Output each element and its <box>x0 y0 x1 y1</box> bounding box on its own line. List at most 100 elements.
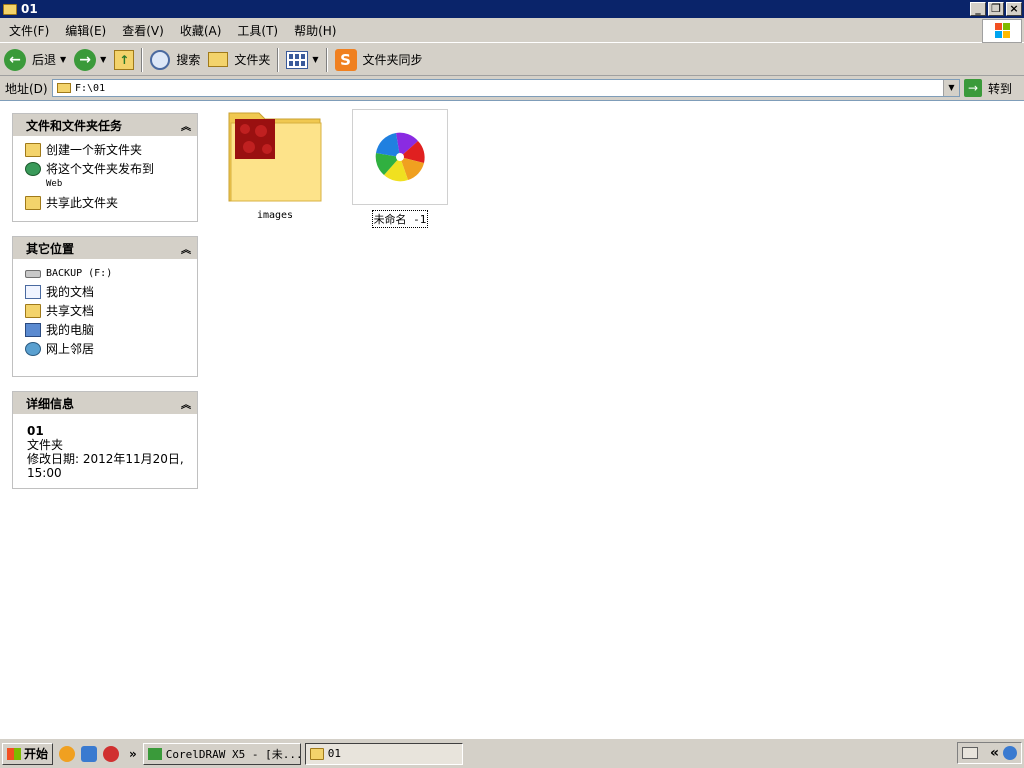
folders-icon <box>208 52 229 67</box>
places-panel-header[interactable]: 其它位置 ︽ <box>13 237 197 259</box>
collapse-icon[interactable]: ︽ <box>181 396 191 411</box>
windows-logo-icon <box>7 747 21 760</box>
close-button[interactable]: × <box>1006 2 1022 16</box>
menu-favorites[interactable]: 收藏(A) <box>173 21 229 41</box>
address-value: F:\01 <box>75 82 106 94</box>
address-label: 地址(D) <box>5 81 48 96</box>
back-arrow-icon: ← <box>4 48 26 71</box>
taskbar-button-coreldraw[interactable]: CorelDRAW X5 - [未... <box>142 742 301 765</box>
place-shared-documents[interactable]: 共享文档 <box>25 304 189 318</box>
back-button[interactable]: ← 后退 ▼ <box>0 47 70 73</box>
start-label: 开始 <box>24 747 49 761</box>
network-status-icon[interactable] <box>1003 746 1017 760</box>
menu-file[interactable]: 文件(F) <box>2 21 56 41</box>
task-publish-web[interactable]: 将这个文件夹发布到 Web <box>25 162 189 191</box>
sync-label: 文件夹同步 <box>362 53 423 67</box>
go-button[interactable]: → 转到 <box>964 78 1012 98</box>
task-new-folder[interactable]: 创建一个新文件夹 <box>25 143 189 157</box>
address-dropdown-button[interactable]: ▼ <box>943 80 959 96</box>
minimize-button[interactable]: _ <box>970 2 986 16</box>
keyboard-icon[interactable] <box>961 747 978 759</box>
views-icon <box>286 50 309 69</box>
chevron-down-icon[interactable]: ▼ <box>312 55 318 64</box>
tasks-panel-title: 文件和文件夹任务 <box>26 118 123 133</box>
place-my-computer[interactable]: 我的电脑 <box>25 323 189 337</box>
folder-icon <box>3 3 17 15</box>
place-my-documents[interactable]: 我的文档 <box>25 285 189 299</box>
up-folder-icon: ↑ <box>114 49 135 70</box>
taskbar-button-label: 01 <box>327 747 342 760</box>
place-label: 共享文档 <box>46 304 95 318</box>
folders-button[interactable]: 文件夹 <box>204 47 274 73</box>
file-name: 未命名 -1 <box>371 210 429 228</box>
task-share-folder[interactable]: 共享此文件夹 <box>25 196 189 210</box>
restore-button[interactable]: ❐ <box>988 2 1004 16</box>
window-title: 01 <box>21 2 38 16</box>
folders-label: 文件夹 <box>234 53 271 67</box>
places-panel: 其它位置 ︽ BACKUP (F:) 我的文档 共享文档 我的电脑 网上邻居 <box>12 236 198 377</box>
windows-logo-icon <box>982 19 1022 43</box>
toolbar: ← 后退 ▼ → ▼ ↑ 搜索 文件夹 ▼ S 文件夹同步 <box>0 44 1024 76</box>
forward-arrow-icon: → <box>74 48 97 71</box>
tasks-panel: 文件和文件夹任务 ︽ 创建一个新文件夹 将这个文件夹发布到 Web 共享此文件夹 <box>12 113 198 222</box>
place-label: 我的文档 <box>46 285 95 299</box>
places-panel-title: 其它位置 <box>26 241 75 256</box>
place-label: 网上邻居 <box>46 342 95 356</box>
search-button[interactable]: 搜索 <box>146 47 204 73</box>
app-quicklaunch-icon[interactable] <box>103 745 120 762</box>
task-label: 将这个文件夹发布到 <box>46 162 155 176</box>
coreldraw-file-icon <box>352 109 448 205</box>
my-documents-icon <box>25 285 41 299</box>
explorer-window: 01 _ ❐ × 文件(F) 编辑(E) 查看(V) 收藏(A) 工具(T) 帮… <box>0 0 1024 738</box>
collapse-icon[interactable]: ︽ <box>181 118 191 133</box>
place-network[interactable]: 网上邻居 <box>25 342 189 356</box>
menu-edit[interactable]: 编辑(E) <box>58 21 113 41</box>
address-bar: 地址(D) F:\01 ▼ → 转到 <box>0 77 1024 99</box>
task-sublabel: Web <box>46 179 63 189</box>
folder-sync-button[interactable]: S 文件夹同步 <box>331 47 427 73</box>
forward-button[interactable]: → ▼ <box>70 47 110 73</box>
views-button[interactable]: ▼ <box>282 47 322 73</box>
tasks-panel-header[interactable]: 文件和文件夹任务 ︽ <box>13 114 197 136</box>
taskbar-button-explorer[interactable]: 01 <box>304 742 463 765</box>
publish-web-icon <box>25 162 41 176</box>
address-input[interactable]: F:\01 ▼ <box>52 79 960 97</box>
title-bar[interactable]: 01 _ ❐ × <box>0 0 1024 18</box>
details-panel: 详细信息 ︽ 01 文件夹 修改日期: 2012年11月20日, 15:00 <box>12 391 198 489</box>
system-tray: « <box>956 742 1022 764</box>
folder-icon <box>57 83 71 93</box>
place-label: BACKUP (F:) <box>46 268 113 279</box>
task-label: 创建一个新文件夹 <box>46 143 143 157</box>
file-item-images[interactable]: images <box>225 109 325 221</box>
file-item-unnamed[interactable]: 未命名 -1 <box>350 109 450 228</box>
menu-tools[interactable]: 工具(T) <box>230 21 285 41</box>
drive-icon <box>25 270 41 278</box>
details-panel-header[interactable]: 详细信息 ︽ <box>13 392 197 414</box>
network-icon <box>25 342 41 356</box>
tray-expand-button[interactable]: « <box>990 745 999 761</box>
share-folder-icon <box>25 196 41 210</box>
menu-view[interactable]: 查看(V) <box>115 21 171 41</box>
my-computer-icon <box>25 323 41 337</box>
folder-icon <box>309 747 324 760</box>
quicklaunch-chevron[interactable]: » <box>129 747 137 761</box>
toolbar-separator <box>141 47 144 72</box>
menu-help[interactable]: 帮助(H) <box>287 21 343 41</box>
start-button[interactable]: 开始 <box>2 742 54 765</box>
shared-documents-icon <box>25 304 41 318</box>
taskbar-button-label: CorelDRAW X5 - [未... <box>165 747 301 761</box>
details-panel-title: 详细信息 <box>26 396 75 411</box>
place-backup-drive[interactable]: BACKUP (F:) <box>25 267 189 280</box>
content-area: 文件和文件夹任务 ︽ 创建一个新文件夹 将这个文件夹发布到 Web 共享此文件夹 <box>0 100 1024 738</box>
details-name: 01 <box>27 424 44 438</box>
toolbar-separator <box>325 47 328 72</box>
toolbar-separator <box>277 47 280 72</box>
collapse-icon[interactable]: ︽ <box>181 241 191 256</box>
chevron-down-icon[interactable]: ▼ <box>100 55 106 64</box>
media-player-icon[interactable] <box>59 745 76 762</box>
ie-icon[interactable] <box>81 745 98 762</box>
chevron-down-icon[interactable]: ▼ <box>60 55 66 64</box>
up-button[interactable]: ↑ <box>110 47 138 73</box>
menu-bar: 文件(F) 编辑(E) 查看(V) 收藏(A) 工具(T) 帮助(H) <box>0 19 1024 43</box>
search-label: 搜索 <box>176 53 201 67</box>
